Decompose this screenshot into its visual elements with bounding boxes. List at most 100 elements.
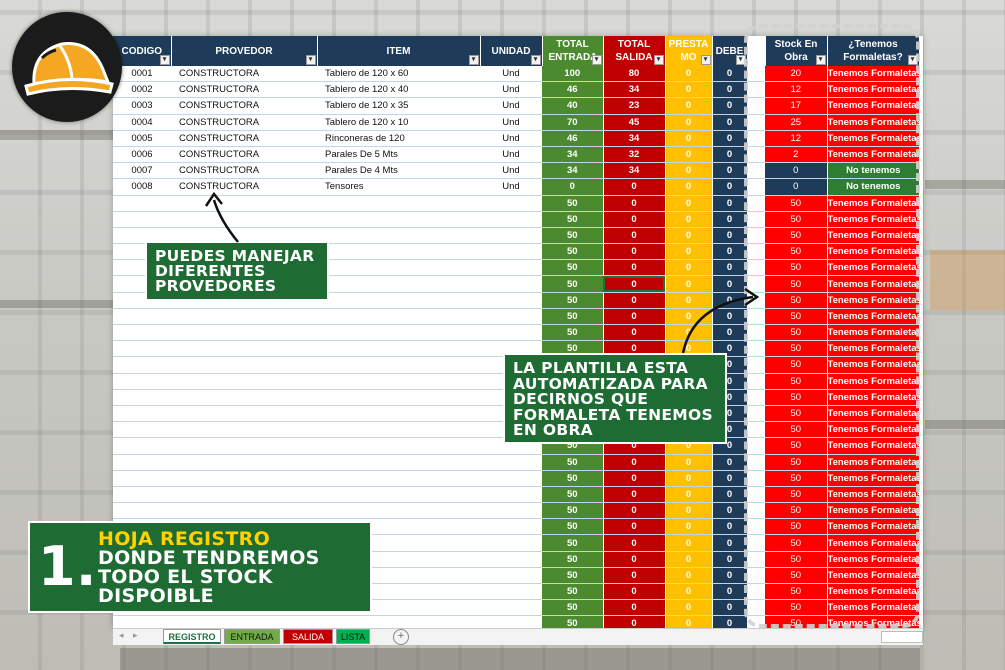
cell-total-salida[interactable]: 0 xyxy=(603,454,666,471)
cell-stock-obra[interactable]: 50 xyxy=(765,373,828,390)
cell-item[interactable] xyxy=(317,421,480,439)
cell-item[interactable]: Rinconeras de 120 xyxy=(317,130,480,147)
cell-unidad[interactable] xyxy=(480,308,542,326)
cell-proveedor[interactable] xyxy=(171,437,317,455)
cell-stock-obra[interactable]: 20 xyxy=(765,66,828,83)
cell-proveedor[interactable] xyxy=(171,405,317,423)
cell-total-entrada[interactable]: 46 xyxy=(542,81,604,99)
cell-codigo[interactable] xyxy=(113,195,171,212)
cell-codigo[interactable] xyxy=(113,405,171,423)
cell-codigo[interactable] xyxy=(113,454,171,471)
cell-debe[interactable]: 0 xyxy=(712,227,748,245)
cell-proveedor[interactable] xyxy=(171,373,317,390)
cell-prestamo[interactable]: 0 xyxy=(665,227,713,245)
cell-item[interactable] xyxy=(317,437,480,455)
cell-proveedor[interactable] xyxy=(171,486,317,504)
cell-unidad[interactable]: Und xyxy=(480,130,542,147)
cell-prestamo[interactable]: 0 xyxy=(665,583,713,601)
cell-prestamo[interactable]: 0 xyxy=(665,146,713,164)
cell-total-salida[interactable]: 0 xyxy=(603,551,666,568)
cell-stock-obra[interactable]: 12 xyxy=(765,130,828,147)
cell-stock-obra[interactable]: 50 xyxy=(765,259,828,277)
cell-proveedor[interactable] xyxy=(171,421,317,439)
cell-stock-obra[interactable]: 50 xyxy=(765,567,828,585)
cell-item[interactable] xyxy=(317,308,480,326)
cell-total-salida[interactable]: 0 xyxy=(603,243,666,261)
cell-prestamo[interactable]: 0 xyxy=(665,454,713,471)
cell-unidad[interactable]: Und xyxy=(480,146,542,164)
cell-unidad[interactable] xyxy=(480,502,542,520)
cell-debe[interactable]: 0 xyxy=(712,195,748,212)
cell-stock-obra[interactable]: 17 xyxy=(765,97,828,115)
cell-unidad[interactable] xyxy=(480,211,542,228)
cell-tenemos-formaletas[interactable]: No tenemos xyxy=(827,178,919,196)
cell-codigo[interactable] xyxy=(113,308,171,326)
cell-item[interactable] xyxy=(317,470,480,487)
cell-tenemos-formaletas[interactable]: Tenemos Formaletas xyxy=(827,421,919,439)
cell-codigo[interactable] xyxy=(113,324,171,342)
cell-stock-obra[interactable]: 50 xyxy=(765,292,828,309)
cell-total-entrada[interactable]: 50 xyxy=(542,454,604,471)
cell-tenemos-formaletas[interactable]: Tenemos Formaletas xyxy=(827,518,919,536)
cell-stock-obra[interactable]: 2 xyxy=(765,146,828,164)
cell-item[interactable] xyxy=(317,324,480,342)
cell-total-entrada[interactable]: 0 xyxy=(542,178,604,196)
cell-item[interactable] xyxy=(317,502,480,520)
cell-codigo[interactable]: 0006 xyxy=(113,146,171,164)
cell-stock-obra[interactable]: 50 xyxy=(765,502,828,520)
cell-total-salida[interactable]: 0 xyxy=(603,518,666,536)
filter-dropdown-icon[interactable]: ▾ xyxy=(305,55,316,65)
cell-tenemos-formaletas[interactable]: Tenemos Formaletas xyxy=(827,599,919,617)
cell-stock-obra[interactable]: 50 xyxy=(765,518,828,536)
cell-unidad[interactable] xyxy=(480,518,542,536)
cell-prestamo[interactable]: 0 xyxy=(665,518,713,536)
cell-proveedor[interactable] xyxy=(171,356,317,374)
filter-dropdown-icon[interactable]: ▾ xyxy=(700,55,711,65)
cell-stock-obra[interactable]: 50 xyxy=(765,227,828,245)
cell-total-entrada[interactable]: 50 xyxy=(542,518,604,536)
cell-total-entrada[interactable]: 46 xyxy=(542,130,604,147)
filter-dropdown-icon[interactable]: ▾ xyxy=(591,55,602,65)
cell-unidad[interactable] xyxy=(480,599,542,617)
cell-debe[interactable]: 0 xyxy=(712,162,748,180)
cell-total-entrada[interactable]: 50 xyxy=(542,195,604,212)
tab-lista[interactable]: LISTA xyxy=(336,629,370,644)
cell-stock-obra[interactable]: 50 xyxy=(765,421,828,439)
cell-prestamo[interactable]: 0 xyxy=(665,567,713,585)
cell-debe[interactable]: 0 xyxy=(712,130,748,147)
header-stock-obra[interactable]: Stock En Obra ▾ xyxy=(765,36,828,66)
cell-unidad[interactable] xyxy=(480,324,542,342)
cell-codigo[interactable] xyxy=(113,470,171,487)
cell-total-salida[interactable]: 32 xyxy=(603,146,666,164)
cell-codigo[interactable] xyxy=(113,373,171,390)
cell-debe[interactable]: 0 xyxy=(712,66,748,83)
header-unidad[interactable]: UNIDAD ▾ xyxy=(480,36,543,66)
cell-unidad[interactable] xyxy=(480,583,542,601)
cell-tenemos-formaletas[interactable]: Tenemos Formaletas xyxy=(827,454,919,471)
cell-item[interactable] xyxy=(317,227,480,245)
header-proveedor[interactable]: PROVEDOR ▾ xyxy=(171,36,318,66)
cell-total-entrada[interactable]: 50 xyxy=(542,534,604,552)
cell-codigo[interactable] xyxy=(113,389,171,406)
cell-total-salida[interactable]: 0 xyxy=(603,178,666,196)
cell-stock-obra[interactable]: 50 xyxy=(765,599,828,617)
cell-debe[interactable]: 0 xyxy=(712,211,748,228)
cell-stock-obra[interactable]: 50 xyxy=(765,243,828,261)
cell-item[interactable] xyxy=(317,389,480,406)
cell-unidad[interactable] xyxy=(480,243,542,261)
header-item[interactable]: ITEM ▾ xyxy=(317,36,481,66)
header-debe[interactable]: DEBE ▾ xyxy=(712,36,748,66)
cell-item[interactable]: Tablero de 120 x 60 xyxy=(317,66,480,83)
cell-stock-obra[interactable]: 50 xyxy=(765,324,828,342)
cell-tenemos-formaletas[interactable]: Tenemos Formaletas xyxy=(827,437,919,455)
cell-total-entrada[interactable]: 50 xyxy=(542,227,604,245)
tab-scroll-right-icon[interactable]: ▸ xyxy=(133,630,138,641)
cell-proveedor[interactable] xyxy=(171,324,317,342)
cell-unidad[interactable] xyxy=(480,227,542,245)
cell-item[interactable] xyxy=(317,243,480,261)
cell-total-entrada[interactable]: 70 xyxy=(542,114,604,131)
cell-stock-obra[interactable]: 50 xyxy=(765,405,828,423)
cell-codigo[interactable] xyxy=(113,437,171,455)
cell-prestamo[interactable]: 0 xyxy=(665,114,713,131)
cell-total-entrada[interactable]: 50 xyxy=(542,308,604,326)
